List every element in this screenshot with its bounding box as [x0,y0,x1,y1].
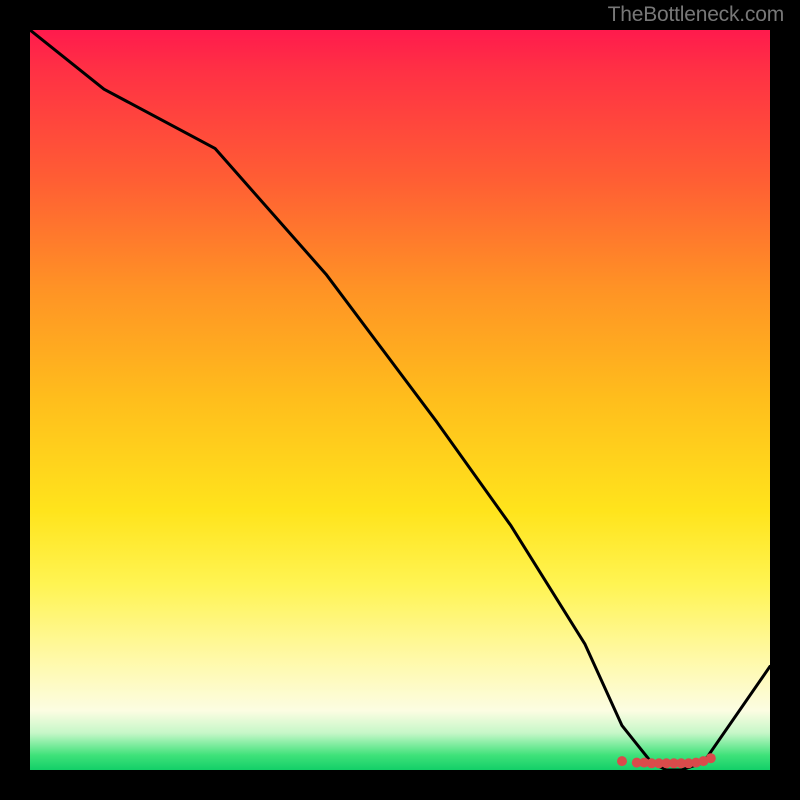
watermark-label: TheBottleneck.com [608,3,784,27]
chart-svg [30,30,770,770]
optimal-markers [617,753,716,768]
optimal-marker [617,756,627,766]
plot-area [30,30,770,770]
chart-frame: TheBottleneck.com [0,0,800,800]
optimal-marker [706,753,716,763]
bottleneck-curve [30,30,770,770]
curve-group [30,30,770,770]
